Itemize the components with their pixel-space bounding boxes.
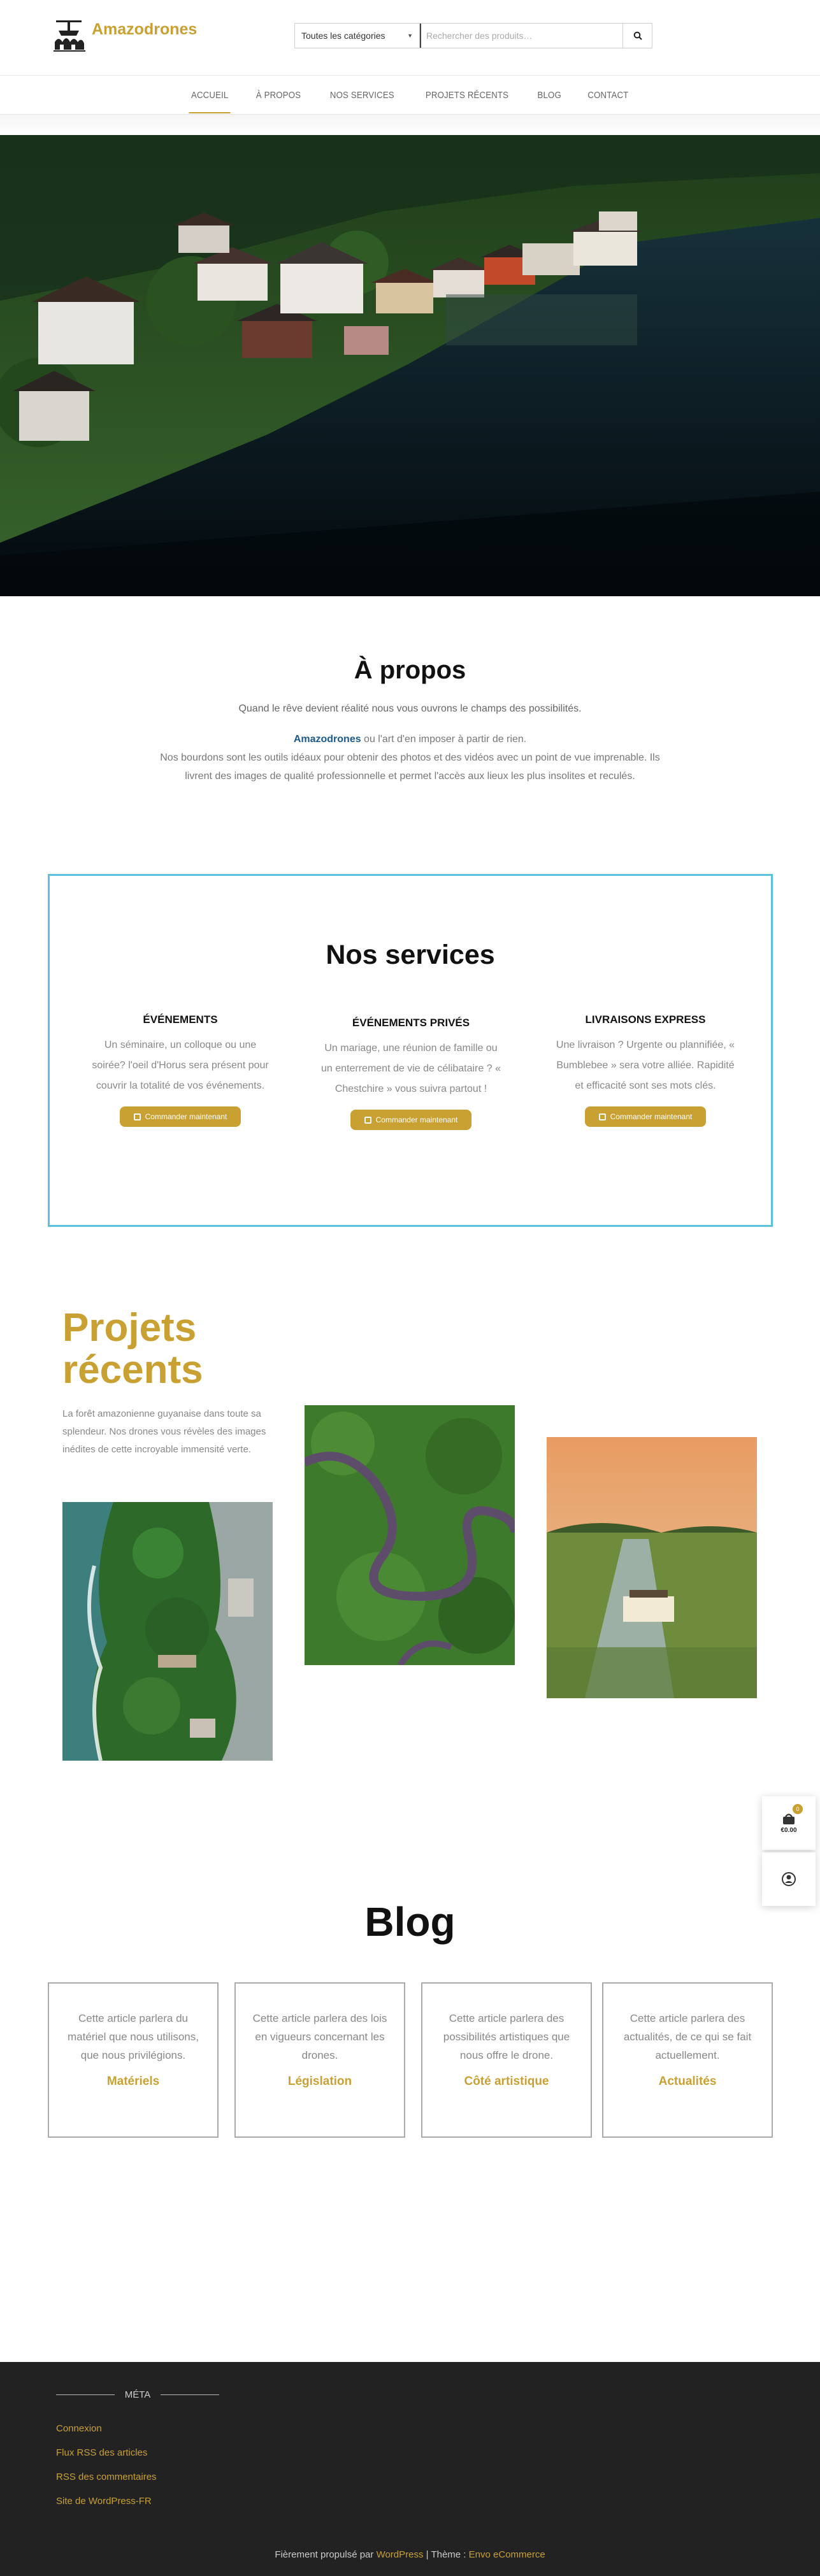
credit-prefix: Fièrement propulsé par [275,2549,377,2560]
nav-item-projets-recents[interactable]: Projets récents [417,77,517,113]
order-button-label: Commander maintenant [145,1112,227,1121]
blog-card-materiels: Cette article parlera du matériel que no… [48,1982,219,2138]
order-button-label: Commander maintenant [375,1115,458,1124]
projects-title-line-1: Projets [62,1306,197,1350]
meta-link-connexion[interactable]: Connexion [56,2417,157,2441]
blog-card-text: Cette article parlera des lois en vigueu… [252,2012,387,2061]
about-title: À propos [354,656,466,684]
order-button[interactable]: Commander maintenant [584,1106,707,1127]
service-card-evenements-prives: Événements privés Un mariage, une réunio… [319,1017,503,1130]
service-card-livraisons: Livraisons express Une livraison ? Urgen… [553,1013,738,1127]
cart-icon [364,1116,371,1124]
about-description: Nos bourdons sont les outils idéaux pour… [160,752,660,782]
blog-card-actualites: Cette article parlera des actualités, de… [602,1982,773,2138]
cart-count-badge: 0 [793,1804,803,1814]
cart-icon [133,1113,141,1120]
meta-widget-title: Méta [56,2389,219,2400]
theme-link[interactable]: Envo eCommerce [469,2549,545,2560]
service-heading: Livraisons express [585,1013,706,1026]
services-title: Nos services [326,940,495,970]
site-title[interactable]: Amazodrones [92,20,197,39]
meta-link-rss-commentaires[interactable]: RSS des commentaires [56,2465,157,2489]
blog-card-text: Cette article parlera des possibilités a… [443,2012,570,2061]
search-icon [633,31,642,40]
category-select[interactable]: Toutes les catégories ▼ [295,24,420,48]
project-image-coast[interactable] [62,1502,273,1761]
meta-links: Connexion Flux RSS des articles RSS des … [56,2417,157,2514]
nav-item-contact[interactable]: Contact [579,77,637,113]
service-heading: Événements [143,1013,218,1026]
about-body: Amazodrones ou l'art d'en imposer à part… [159,730,661,785]
nav-item-blog[interactable]: Blog [529,77,571,113]
cart-icon [598,1113,606,1120]
about-brand-link[interactable]: Amazodrones [294,734,361,745]
blog-card-text: Cette article parlera du matériel que no… [67,2012,199,2061]
service-text: Une livraison ? Urgente ou plannifiée, «… [556,1040,735,1091]
about-line-1: Amazodrones ou l'art d'en imposer à part… [159,730,661,748]
category-select-value: Toutes les catégories [301,31,385,41]
blog-card-artistique: Cette article parlera des possibilités a… [421,1982,592,2138]
blog-card-legislation: Cette article parlera des lois en vigueu… [234,1982,405,2138]
projects-title-line-2: récents [62,1348,203,1392]
nav-item-accueil[interactable]: Accueil [182,77,238,113]
main-navigation: Accueil À propos Nos services Projets ré… [0,75,820,115]
project-image-boat[interactable] [547,1437,757,1698]
wordpress-link[interactable]: WordPress [377,2549,424,2560]
divider [56,2394,115,2395]
about-tagline: ou l'art d'en imposer à partir de rien. [361,734,527,745]
divider [161,2394,219,2395]
blog-card-text: Cette article parlera des actualités, de… [623,2012,752,2061]
cart-icon [783,1814,795,1824]
logo-icon[interactable] [50,17,88,57]
service-text: Un mariage, une réunion de famille ou un… [321,1043,501,1094]
meta-link-rss-articles[interactable]: Flux RSS des articles [56,2441,157,2465]
order-button[interactable]: Commander maintenant [119,1106,241,1127]
projects-title: Projets récents [62,1307,203,1391]
services-section: Nos services Événements Un séminaire, un… [48,874,773,1227]
about-subtitle: Quand le rêve devient réalité nous vous … [238,703,582,714]
site-header: Amazodrones Toutes les catégories ▼ [0,0,820,75]
product-search: Toutes les catégories ▼ [294,23,652,48]
credit-separator: | Thème : [423,2549,469,2560]
mini-cart[interactable]: 0 €0.00 [762,1796,816,1850]
hero-image [0,135,820,596]
service-text: Un séminaire, un colloque ou une soirée?… [92,1040,269,1091]
search-button[interactable] [622,24,652,48]
blog-card-link[interactable]: Législation [252,2075,387,2089]
chevron-down-icon: ▼ [407,32,413,39]
nav-item-nos-services[interactable]: Nos services [321,77,403,113]
user-icon [782,1872,796,1886]
search-input[interactable] [420,24,622,48]
order-button-label: Commander maintenant [610,1112,693,1121]
service-heading: Événements privés [352,1017,470,1029]
project-image-river[interactable] [305,1405,515,1665]
blog-card-link[interactable]: Matériels [66,2075,201,2089]
blog-card-link[interactable]: Actualités [620,2075,755,2089]
meta-title: Méta [124,2389,151,2400]
site-footer: Méta Connexion Flux RSS des articles RSS… [0,2362,820,2576]
nav-item-a-propos[interactable]: À propos [247,77,310,113]
projects-text: La forêt amazonienne guyanaise dans tout… [62,1408,266,1455]
blog-card-link[interactable]: Côté artistique [439,2075,574,2089]
nav-divider [0,115,820,134]
footer-credits: Fièrement propulsé par WordPress | Thème… [0,2549,820,2560]
service-card-evenements: Événements Un séminaire, un colloque ou … [88,1013,273,1127]
meta-link-wordpress-fr[interactable]: Site de WordPress-FR [56,2489,157,2514]
blog-title: Blog [364,1899,456,1945]
order-button[interactable]: Commander maintenant [350,1110,472,1130]
cart-total: €0.00 [780,1827,797,1834]
